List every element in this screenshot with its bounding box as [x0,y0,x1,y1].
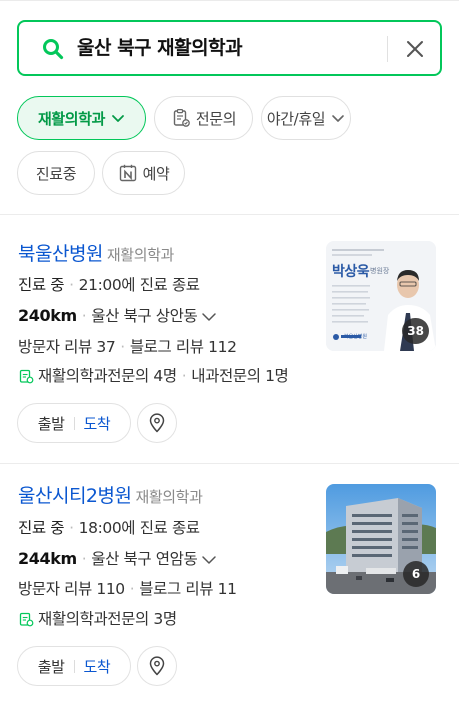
search-icon [43,39,64,60]
place-name-link[interactable]: 울산시티2병원 [18,485,132,507]
visitor-reviews[interactable]: 방문자 리뷰 110 [18,580,125,598]
closing-time: 21:00에 진료 종료 [78,276,200,294]
distance: 244km [18,549,77,568]
route-button[interactable]: 출발 도착 [17,403,131,443]
naver-booking-icon [119,164,136,182]
location-row[interactable]: 240km · 울산 북구 상안동 [18,305,217,327]
thumb-hospital-name: 북울산병원 [344,334,368,340]
arrive-button[interactable]: 도착 [84,413,111,434]
top-divider [0,0,459,1]
place-category: 재활의학과 [106,246,174,264]
chevron-down-icon[interactable] [201,309,217,325]
chevron-down-icon [112,115,124,122]
specialist-clipboard-icon [19,612,34,627]
filter-chip-open-now[interactable]: 진료중 [17,151,95,195]
card-divider [0,463,459,464]
filter-chip-night-holiday[interactable]: 야간/휴일 [261,96,351,140]
filter-chip-label: 전문의 [195,109,237,128]
specialist-count: 재활의학과전문의 4명 [38,367,177,385]
hours-row: 진료 중 · 21:00에 진료 종료 [18,276,200,294]
open-status: 진료 중 [18,519,65,537]
place-category: 재활의학과 [135,488,203,506]
search-bar[interactable]: 울산 북구 재활의학과 [17,20,442,76]
route-separator [73,416,75,430]
place-name-link[interactable]: 북울산병원 [18,243,103,265]
specialist-clipboard-icon [19,369,34,384]
area: 울산 북구 상안동 [91,307,198,325]
specialist-count: 내과전문의 1명 [191,367,289,385]
specialist-clipboard-icon [173,109,190,127]
blog-reviews[interactable]: 블로그 리뷰 112 [130,338,237,356]
filter-chip-specialist[interactable]: 전문의 [154,96,253,140]
closing-time: 18:00에 진료 종료 [78,519,200,537]
specialist-count: 재활의학과전문의 3명 [38,610,177,628]
save-location-button[interactable] [137,646,177,686]
thumb-doctor-name: 박상욱 [332,264,370,280]
search-divider [387,36,388,62]
blog-reviews[interactable]: 블로그 리뷰 11 [139,580,237,598]
depart-button[interactable]: 출발 [38,656,65,677]
save-location-button[interactable] [137,403,177,443]
location-row[interactable]: 244km · 울산 북구 연암동 [18,548,217,570]
filter-chip-label: 야간/휴일 [266,109,326,128]
place-photo[interactable]: 6 [326,484,436,594]
route-separator [73,659,75,673]
filter-chip-label: 예약 [142,164,170,183]
distance: 240km [18,306,77,325]
open-status: 진료 중 [18,276,65,294]
result-title-row: 북울산병원 재활의학과 [18,240,174,269]
depart-button[interactable]: 출발 [38,413,65,434]
review-row: 방문자 리뷰 37 · 블로그 리뷰 112 [18,338,237,356]
route-button[interactable]: 출발 도착 [17,646,131,686]
specialist-row: 재활의학과전문의 4명 · 내과전문의 1명 [18,365,289,387]
map-pin-icon [149,656,165,676]
photo-count-badge: 38 [402,318,429,344]
filter-chip-booking[interactable]: 예약 [102,151,185,195]
place-photo[interactable]: 박상욱 병원장 북울산병원 38 [326,241,436,351]
photo-count-badge: 6 [403,561,429,587]
map-pin-icon [149,413,165,433]
filter-chip-label: 진료중 [35,164,77,183]
thumb-doctor-title: 병원장 [370,267,390,275]
close-icon[interactable] [403,37,427,61]
specialist-row: 재활의학과전문의 3명 [18,608,177,630]
area: 울산 북구 연암동 [91,550,198,568]
chevron-down-icon [332,115,344,122]
filter-chip-rehab[interactable]: 재활의학과 [17,96,146,140]
arrive-button[interactable]: 도착 [84,656,111,677]
filter-chip-label: 재활의학과 [37,109,105,128]
search-input[interactable]: 울산 북구 재활의학과 [77,36,243,60]
hours-row: 진료 중 · 18:00에 진료 종료 [18,519,200,537]
result-title-row: 울산시티2병원 재활의학과 [18,482,203,511]
visitor-reviews[interactable]: 방문자 리뷰 37 [18,338,116,356]
review-row: 방문자 리뷰 110 · 블로그 리뷰 11 [18,580,237,598]
section-divider [0,214,459,215]
chevron-down-icon[interactable] [201,552,217,568]
